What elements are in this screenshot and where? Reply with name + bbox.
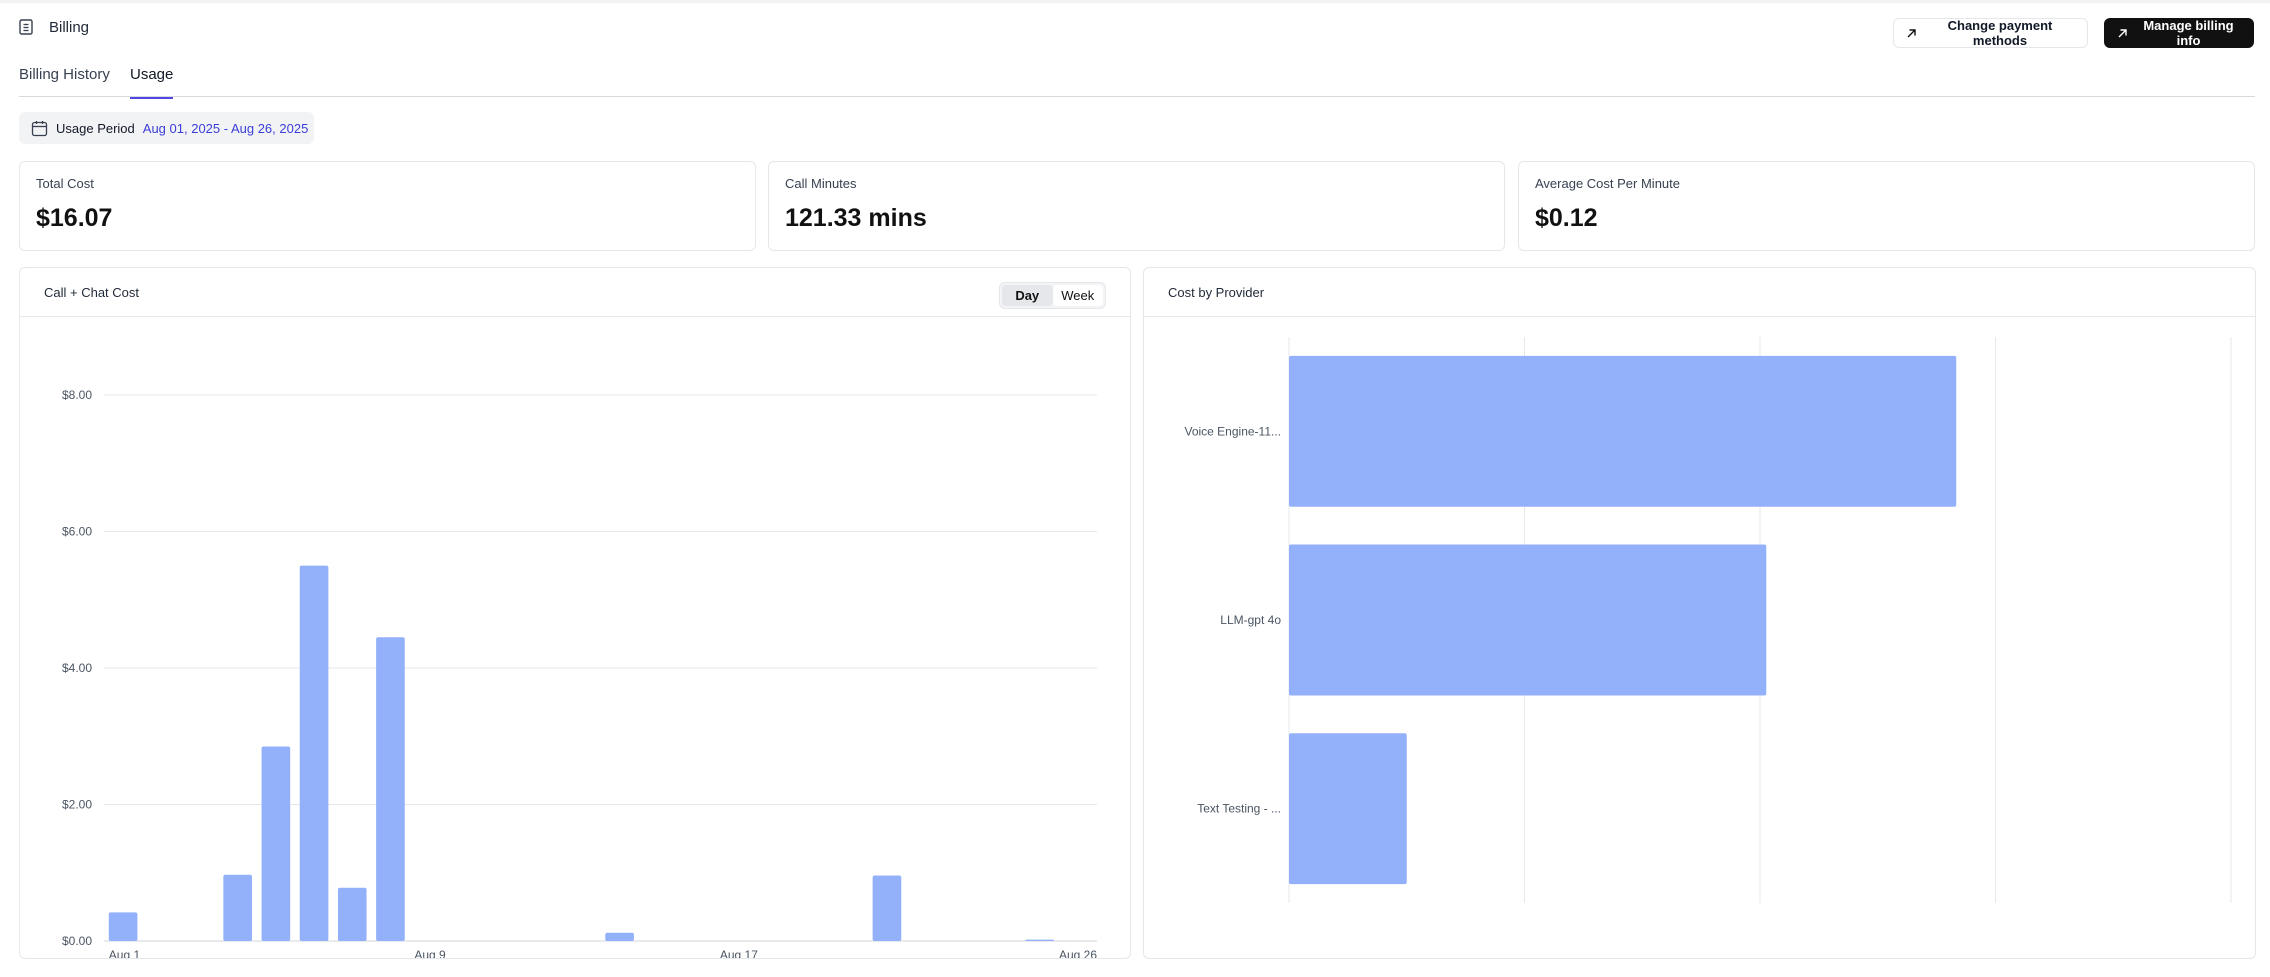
stat-value: $0.12 (1535, 204, 1598, 232)
tab-billing-history[interactable]: Billing History (19, 66, 110, 97)
toggle-day-button[interactable]: Day (1002, 285, 1053, 306)
bar (223, 874, 252, 941)
y-tick-label: $6.00 (62, 525, 92, 539)
cost-by-provider-chart: Voice Engine-11... LLM-gpt 4o Text Testing… (1184, 337, 2232, 903)
header-actions: Change payment methods Manage billing in… (1893, 18, 2254, 48)
provider-bar (1289, 544, 1767, 696)
panel-header: Cost by Provider (1144, 268, 2255, 317)
tab-bar: Billing History Usage (19, 66, 2255, 99)
toggle-week-button[interactable]: Week (1052, 285, 1103, 306)
y-tick-label: $2.00 (62, 798, 92, 812)
tab-usage[interactable]: Usage (130, 66, 174, 99)
y-tick-label: $4.00 (62, 661, 92, 675)
y-tick-label: $0.00 (62, 934, 92, 948)
stat-label: Call Minutes (785, 176, 857, 191)
bar (605, 932, 634, 941)
stat-card-total-cost: Total Cost $16.07 (19, 161, 756, 251)
stat-value: $16.07 (36, 204, 113, 232)
provider-label: Text Testing - ... (1197, 802, 1281, 816)
manage-billing-info-button[interactable]: Manage billing info (2104, 18, 2254, 48)
stat-card-average-cost-per-minute: Average Cost Per Minute $0.12 (1518, 161, 2255, 251)
bar (872, 875, 902, 941)
x-tick-label: Aug 9 (414, 948, 446, 958)
usage-period-picker[interactable]: Usage Period Aug 01, 2025 - Aug 26, 2025 (19, 112, 314, 144)
usage-period-label: Usage Period (56, 120, 135, 136)
y-tick-label: $8.00 (62, 388, 92, 402)
panel-title: Cost by Provider (1168, 285, 1265, 300)
bar (376, 637, 405, 941)
bar (1025, 939, 1055, 941)
manage-billing-info-label: Manage billing info (2143, 18, 2234, 48)
provider-label: LLM-gpt 4o (1220, 613, 1281, 627)
page-header: Billing (19, 16, 89, 38)
bar (261, 746, 291, 941)
x-tick-label: Aug 26 (1059, 948, 1097, 958)
x-tick-label: Aug 1 (109, 948, 141, 958)
calendar-icon (31, 120, 48, 136)
x-tick-label: Aug 17 (720, 948, 758, 958)
page-title: Billing (49, 18, 90, 36)
call-chat-cost-panel: Call + Chat Cost Day Week $0.00 $2.00 $4.0… (19, 267, 1131, 959)
arrow-up-right-icon (2118, 28, 2127, 37)
top-divider (0, 0, 2270, 3)
change-payment-methods-label: Change payment methods (1947, 18, 2053, 48)
bar (337, 887, 367, 941)
provider-label: Voice Engine-11... (1184, 424, 1281, 438)
panel-title: Call + Chat Cost (44, 285, 140, 300)
stat-value: 121.33 mins (785, 204, 927, 232)
bar (299, 565, 329, 941)
stat-label: Average Cost Per Minute (1535, 176, 1680, 191)
provider-bar (1289, 355, 1957, 507)
arrow-up-right-icon (1907, 28, 1916, 37)
usage-period-value: Aug 01, 2025 - Aug 26, 2025 (142, 120, 309, 136)
panel-header: Call + Chat Cost Day Week (20, 268, 1130, 317)
granularity-toggle: Day Week (999, 282, 1106, 309)
change-payment-methods-button[interactable]: Change payment methods (1893, 18, 2088, 48)
cost-by-provider-panel: Cost by Provider Voice Engine-11... LLM-g… (1143, 267, 2256, 959)
document-icon (19, 16, 37, 38)
call-chat-cost-chart: $0.00 $2.00 $4.00 $6.00 $8.00 Aug 1 Aug 9 Aug 1… (62, 388, 1097, 958)
bar (108, 912, 138, 941)
provider-bar (1289, 733, 1407, 885)
stat-card-call-minutes: Call Minutes 121.33 mins (768, 161, 1505, 251)
stat-label: Total Cost (36, 176, 94, 191)
